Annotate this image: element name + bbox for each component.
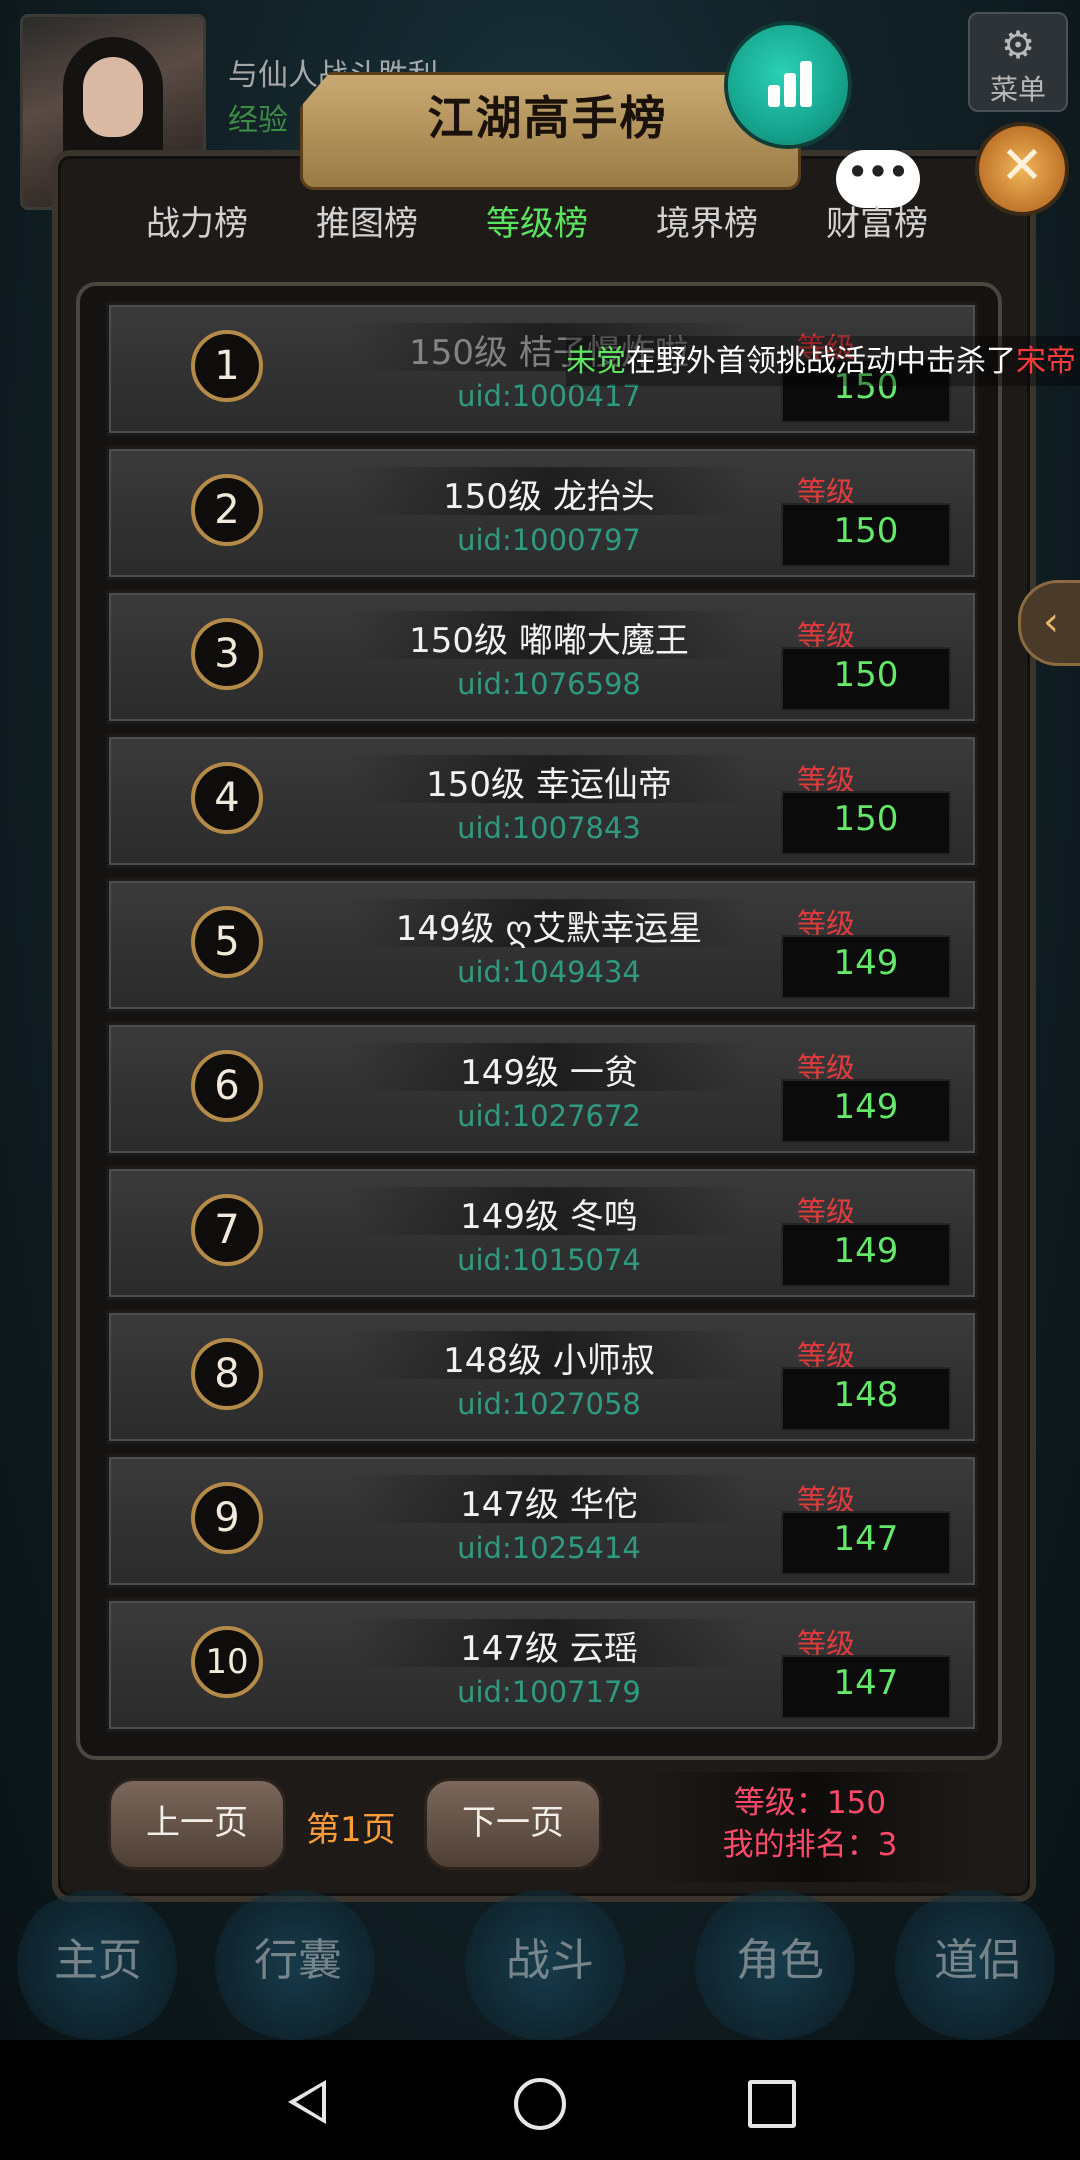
tab-stage[interactable]: 推图榜 <box>282 196 452 245</box>
level-value: 149 <box>833 943 899 983</box>
level-value: 148 <box>833 1375 899 1415</box>
nav-bag[interactable]: 行囊 <box>254 1924 342 1988</box>
my-level: 等级：150 <box>733 1785 887 1821</box>
level-value: 147 <box>833 1519 899 1559</box>
hud-exp-label: 经验 <box>228 103 288 138</box>
recent-apps-icon[interactable] <box>748 2080 796 2128</box>
android-nav-bar <box>0 2040 1080 2160</box>
player-name: 150级 龙抬头 <box>443 477 655 517</box>
rank-badge: 5 <box>191 906 263 978</box>
back-icon-inner <box>296 2086 322 2118</box>
nav-companion[interactable]: 道侣 <box>934 1924 1022 1988</box>
level-value: 150 <box>833 655 899 695</box>
player-name: 150级 嘟嘟大魔王 <box>409 621 689 661</box>
player-name: 147级 华佗 <box>460 1485 638 1525</box>
player-uid: uid:1027672 <box>457 1099 641 1133</box>
player-uid: uid:1007179 <box>457 1675 641 1709</box>
nav-character[interactable]: 角色 <box>736 1924 824 1988</box>
home-icon[interactable] <box>514 2078 566 2130</box>
rank-badge: 8 <box>191 1338 263 1410</box>
player-uid: uid:1027058 <box>457 1387 641 1421</box>
broadcast-marquee: 未觉在野外首领挑战活动中击杀了宋帝 <box>566 336 1080 386</box>
tab-power[interactable]: 战力榜 <box>112 196 282 245</box>
player-uid: uid:1015074 <box>457 1243 641 1277</box>
player-uid: uid:1025414 <box>457 1531 641 1565</box>
menu-label: 菜单 <box>989 73 1046 106</box>
player-name: 148级 小师叔 <box>443 1341 655 1381</box>
broadcast-target: 宋帝 <box>1016 344 1076 379</box>
stats-button[interactable] <box>728 25 848 145</box>
avatar-face <box>83 57 143 137</box>
level-value: 150 <box>833 799 899 839</box>
ranking-row[interactable]: 4 150级 幸运仙帝 uid:1007843 等级 150 <box>106 734 978 868</box>
player-uid: uid:1049434 <box>457 955 641 989</box>
rank-badge: 10 <box>191 1626 263 1698</box>
panel-title: 江湖高手榜 <box>427 91 668 145</box>
ranking-row[interactable]: 8 148级 小师叔 uid:1027058 等级 148 <box>106 1310 978 1444</box>
nav-battle[interactable]: 战斗 <box>506 1924 594 1988</box>
rank-badge: 3 <box>191 618 263 690</box>
level-value: 149 <box>833 1087 899 1127</box>
ranking-row[interactable]: 2 150级 龙抬头 uid:1000797 等级 150 <box>106 446 978 580</box>
level-value: 150 <box>833 511 899 551</box>
tab-level[interactable]: 等级榜 <box>452 196 622 245</box>
rank-badge: 2 <box>191 474 263 546</box>
prev-page-button[interactable]: 上一页 <box>108 1778 286 1870</box>
next-page-button[interactable]: 下一页 <box>424 1778 602 1870</box>
gear-icon: ⚙ <box>1000 23 1036 67</box>
rank-badge: 7 <box>191 1194 263 1266</box>
ranking-tabs: 战力榜 推图榜 等级榜 境界榜 财富榜 <box>112 196 992 256</box>
player-uid: uid:1000797 <box>457 523 641 557</box>
ranking-row[interactable]: 9 147级 华佗 uid:1025414 等级 147 <box>106 1454 978 1588</box>
my-rank: 我的排名：3 <box>722 1827 898 1863</box>
player-name: 149级 冬鸣 <box>460 1197 638 1237</box>
ranking-row[interactable]: 6 149级 一贫 uid:1027672 等级 149 <box>106 1022 978 1156</box>
rank-badge: 4 <box>191 762 263 834</box>
player-name: 149级 一贫 <box>460 1053 638 1093</box>
player-uid: uid:1007843 <box>457 811 641 845</box>
rank-badge: 1 <box>191 330 263 402</box>
ranking-row[interactable]: 5 149级 ღ艾默幸运星 uid:1049434 等级 149 <box>106 878 978 1012</box>
menu-button[interactable]: ⚙ 菜单 <box>968 12 1068 112</box>
broadcast-text: 在野外首领挑战活动中击杀了 <box>626 344 1016 379</box>
game-bottom-nav: 主页 行囊 战斗 角色 道侣 <box>0 1890 1080 2040</box>
tab-realm[interactable]: 境界榜 <box>622 196 792 245</box>
page-indicator: 第1页 <box>306 1810 396 1850</box>
player-uid: uid:1076598 <box>457 667 641 701</box>
ranking-row[interactable]: 10 147级 云瑶 uid:1007179 等级 147 <box>106 1598 978 1732</box>
nav-home[interactable]: 主页 <box>54 1924 142 1988</box>
rank-badge: 9 <box>191 1482 263 1554</box>
my-info: 等级：150 我的排名：3 <box>700 1782 920 1866</box>
player-name: 147级 云瑶 <box>460 1629 638 1669</box>
level-value: 147 <box>833 1663 899 1703</box>
player-name: 149级 ღ艾默幸运星 <box>395 909 703 949</box>
player-name: 150级 幸运仙帝 <box>426 765 672 805</box>
level-value: 149 <box>833 1231 899 1271</box>
rank-badge: 6 <box>191 1050 263 1122</box>
tab-wealth[interactable]: 财富榜 <box>792 196 962 245</box>
ranking-row[interactable]: 7 149级 冬鸣 uid:1015074 等级 149 <box>106 1166 978 1300</box>
broadcast-player: 未觉 <box>566 344 626 379</box>
ranking-row[interactable]: 3 150级 嘟嘟大魔王 uid:1076598 等级 150 <box>106 590 978 724</box>
